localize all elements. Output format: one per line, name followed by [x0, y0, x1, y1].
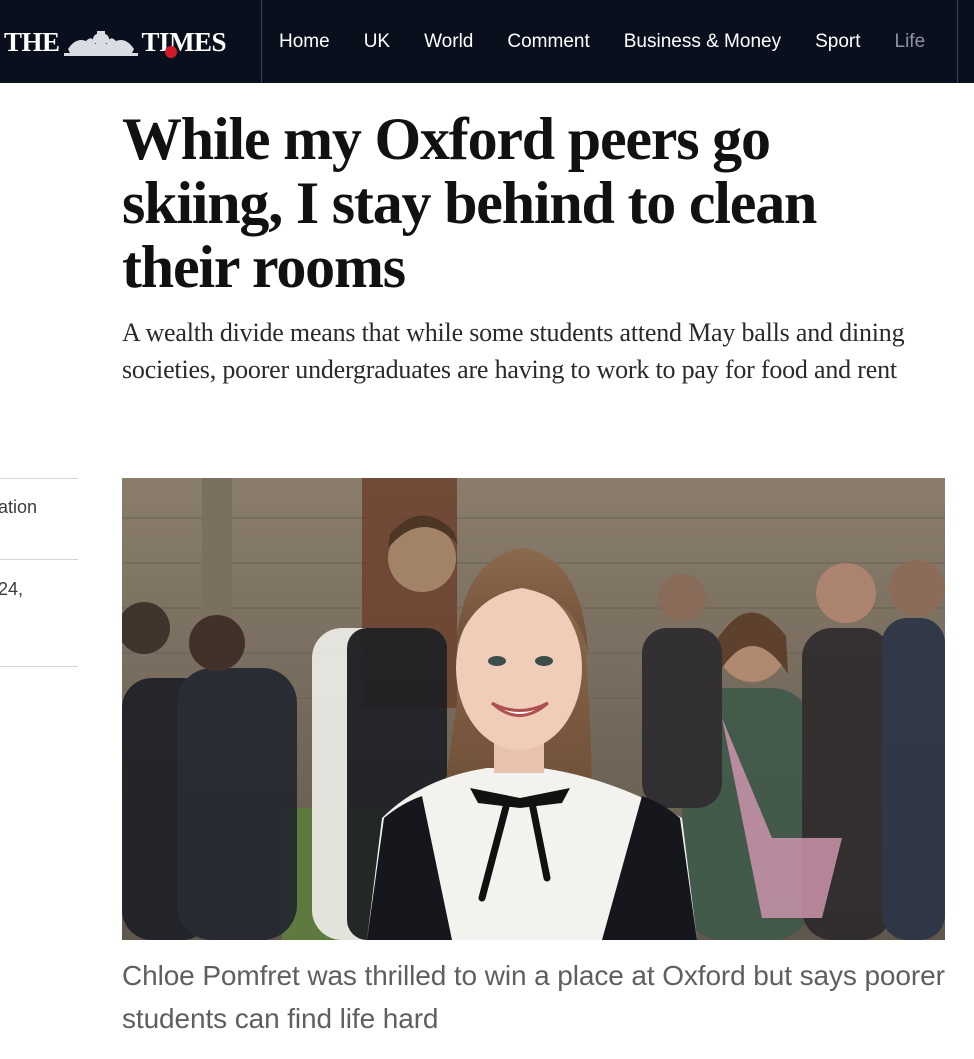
nav-item-comment[interactable]: Comment — [507, 31, 589, 53]
nav-item-world[interactable]: World — [424, 31, 473, 53]
rail-item-date: 24, — [0, 579, 24, 599]
the-times-logo[interactable]: THE TI MES — [4, 22, 227, 62]
rail-divider — [0, 478, 78, 479]
nav-divider-right — [957, 0, 958, 83]
masthead-word-mes: MES — [169, 26, 227, 57]
nav-item-sport[interactable]: Sport — [815, 31, 860, 53]
nav-item-uk[interactable]: UK — [364, 31, 390, 53]
nav-item-life[interactable]: Life — [895, 31, 926, 53]
masthead-word-the: THE — [4, 26, 60, 57]
rail-divider — [0, 559, 78, 560]
rail-divider — [0, 666, 78, 667]
nav-item-home[interactable]: Home — [279, 31, 330, 53]
article-hero-image — [122, 478, 945, 940]
rail-item-section[interactable]: ation — [0, 497, 37, 518]
article-standfirst: A wealth divide means that while some st… — [122, 318, 905, 384]
royal-crest-icon — [62, 27, 140, 57]
top-navigation-bar: THE TI MES Home UK World Comment Business… — [0, 0, 974, 83]
nav-item-business-money[interactable]: Business & Money — [624, 31, 781, 53]
section-nav: Home UK World Comment Business & Money S… — [262, 0, 957, 83]
article-headline: While my Oxford peers go skiing, I stay … — [122, 106, 817, 300]
image-caption: Chloe Pomfret was thrilled to win a plac… — [122, 960, 945, 1034]
